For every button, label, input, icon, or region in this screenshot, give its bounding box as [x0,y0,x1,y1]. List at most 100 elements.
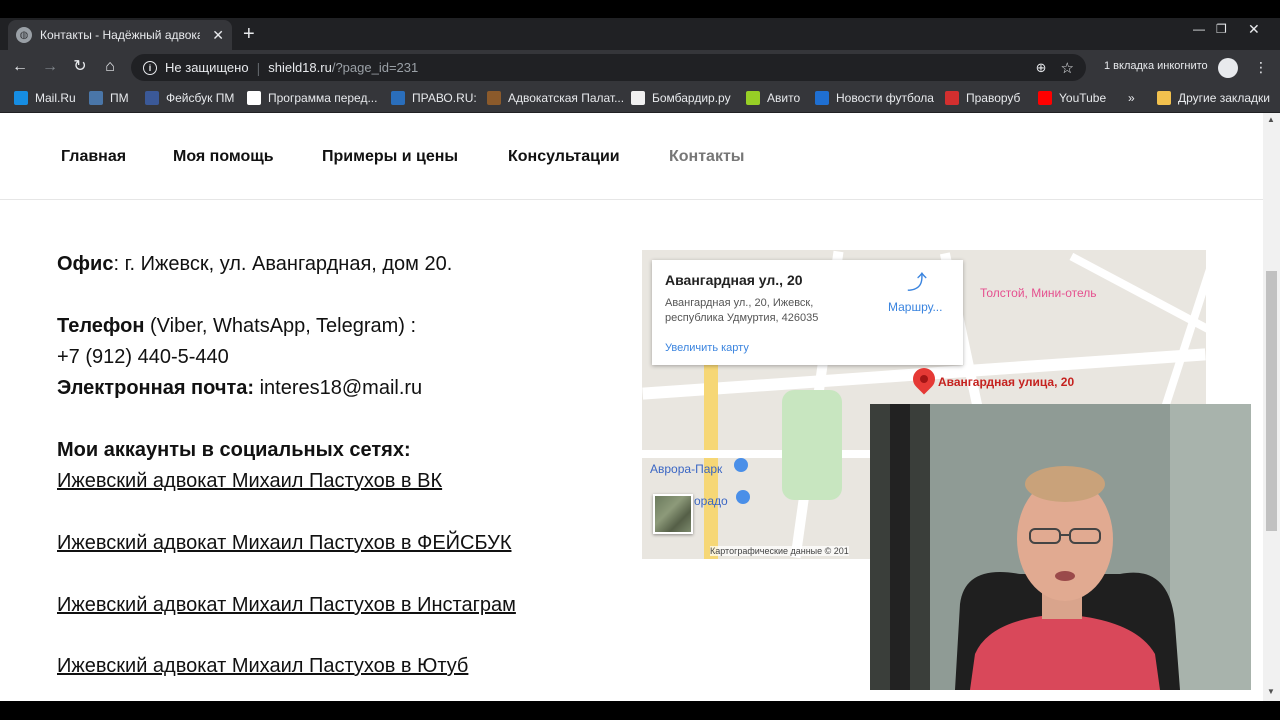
poi-marker-icon [736,490,750,504]
bookmark-item[interactable]: ПМ [89,91,129,105]
tab-title: Контакты - Надёжный адвокат [40,28,200,42]
bookmark-icon [487,91,501,105]
bookmark-icon [145,91,159,105]
restore-icon[interactable]: ❐ [1216,20,1227,38]
bookmark-label: Фейсбук ПМ [166,91,235,105]
scroll-down-icon[interactable]: ▼ [1267,687,1275,696]
nav-contacts[interactable]: Контакты [669,148,744,166]
url-host: shield18.ru [268,60,332,75]
enlarge-map-link[interactable]: Увеличить карту [665,342,749,354]
bookmark-item[interactable]: YouTube [1038,91,1106,105]
bookmark-label: Бомбардир.ру [652,91,731,105]
nav-examples-prices[interactable]: Примеры и цены [322,148,458,166]
window-close-icon[interactable]: ✕ [1248,20,1260,38]
social-link-vk[interactable]: Ижевский адвокат Михаил Пастухов в ВК [57,470,442,493]
directions-icon[interactable]: ⤴ [906,272,928,294]
bookmark-icon [1038,91,1052,105]
webcam-overlay [870,404,1251,690]
folder-icon [1157,91,1171,105]
bookmarks-bar: Mail.Ru ПМ Фейсбук ПМ Программа перед...… [0,85,1280,113]
address-bar[interactable]: i Не защищено | shield18.ru /?page_id=23… [131,54,1086,81]
info-icon[interactable]: i [143,60,157,75]
map-park [782,390,842,500]
bookmark-icon [391,91,405,105]
bookmark-icon [247,91,261,105]
scroll-up-icon[interactable]: ▲ [1267,115,1275,124]
page-scrollbar[interactable]: ▲ ▼ [1263,113,1280,701]
bookmark-label: YouTube [1059,91,1107,105]
marker-label: Авангардная улица, 20 [938,375,1075,389]
social-link-instagram[interactable]: Ижевский адвокат Михаил Пастухов в Инста… [57,594,516,617]
poi-dorado[interactable]: орадо [694,494,728,508]
bookmark-item[interactable]: Mail.Ru [14,91,76,105]
browser-tab[interactable]: ◍ Контакты - Надёжный адвокат ✕ [8,20,232,50]
bookmark-icon [631,91,645,105]
browser-toolbar: ← → ↻ ⌂ i Не защищено | shield18.ru /?pa… [0,50,1280,85]
bookmark-item[interactable]: Фейсбук ПМ [145,91,234,105]
nav-consultations[interactable]: Консультации [508,148,620,166]
satellite-toggle[interactable] [653,494,693,534]
bookmark-label: Авито [767,91,801,105]
office-value: : г. Ижевск, ул. Авангардная, дом 20. [113,253,453,275]
bookmark-item[interactable]: Праворуб [945,91,1020,105]
screen: ◍ Контакты - Надёжный адвокат ✕ + — ❐ ✕ … [0,0,1280,720]
bookmark-label: Праворуб [966,91,1021,105]
menu-icon[interactable]: ⋮ [1254,59,1268,76]
office-label: Офис [57,253,114,275]
nav-home[interactable]: Главная [61,148,126,166]
email-line: Электронная почта: interes18@mail.ru [57,377,422,400]
webcam-person-image [870,404,1251,690]
email-value[interactable]: interes18@mail.ru [254,377,423,399]
phone-number: +7 (912) 440-5-440 [57,346,229,368]
phone-line: Телефон (Viber, WhatsApp, Telegram) : [57,315,416,338]
office-line: Офис: г. Ижевск, ул. Авангардная, дом 20… [57,253,452,276]
other-bookmarks-folder[interactable]: Другие закладки [1157,91,1270,105]
minimize-icon[interactable]: — [1193,20,1205,38]
security-label: Не защищено [165,60,249,75]
incognito-icon[interactable] [1218,58,1238,78]
map-card-title: Авангардная ул., 20 [665,272,803,288]
bookmark-icon [14,91,28,105]
site-nav: Главная Моя помощь Примеры и цены Консул… [0,113,1263,200]
bookmark-label: Адвокатская Палат... [508,91,625,105]
tab-strip: ◍ Контакты - Надёжный адвокат ✕ + — ❐ ✕ [0,18,1280,50]
nav-my-help[interactable]: Моя помощь [173,148,274,166]
url-separator: | [256,59,261,76]
bookmarks-overflow-label: » [1128,91,1135,105]
social-heading-text: Мои аккаунты в социальных сетях: [57,439,411,461]
poi-park[interactable]: Аврора-Парк [650,462,722,476]
zoom-icon[interactable]: ⊕ [1036,60,1047,76]
bookmark-item[interactable]: Новости футбола [815,91,934,105]
url-path: /?page_id=231 [331,60,419,75]
bookmark-icon [746,91,760,105]
scroll-thumb[interactable] [1266,271,1277,531]
new-tab-button[interactable]: + [243,24,255,44]
social-link-facebook[interactable]: Ижевский адвокат Михаил Пастухов в ФЕЙСБ… [57,532,512,555]
phone-suffix: (Viber, WhatsApp, Telegram) : [144,315,417,337]
bookmark-item[interactable]: Программа перед... [247,91,377,105]
forward-icon[interactable]: → [40,58,60,76]
star-icon[interactable]: ☆ [1061,59,1074,77]
bookmark-icon [815,91,829,105]
bookmark-icon [945,91,959,105]
map-card-address: Авангардная ул., 20, Ижевск, республика … [665,297,819,324]
bookmarks-overflow-button[interactable]: » [1128,91,1135,105]
other-bookmarks-label: Другие закладки [1178,91,1270,105]
poi-hotel[interactable]: Толстой, Мини-отель [980,286,1097,300]
map-copyright: Картографические данные © 201 [710,546,849,556]
directions-link[interactable]: Маршру... [888,300,942,314]
close-icon[interactable]: ✕ [212,27,224,44]
bookmark-item[interactable]: ПРАВО.RU: [391,91,477,105]
reload-icon[interactable]: ↻ [70,58,90,76]
bookmark-label: ПМ [110,91,129,105]
social-heading: Мои аккаунты в социальных сетях: [57,439,411,462]
globe-icon: ◍ [16,27,32,43]
bookmark-item[interactable]: Бомбардир.ру [631,91,731,105]
poi-marker-icon [734,458,748,472]
social-link-youtube[interactable]: Ижевский адвокат Михаил Пастухов в Ютуб [57,655,468,678]
bookmark-label: Новости футбола [836,91,934,105]
bookmark-item[interactable]: Адвокатская Палат... [487,91,624,105]
bookmark-item[interactable]: Авито [746,91,800,105]
back-icon[interactable]: ← [10,58,30,76]
home-icon[interactable]: ⌂ [100,58,120,76]
